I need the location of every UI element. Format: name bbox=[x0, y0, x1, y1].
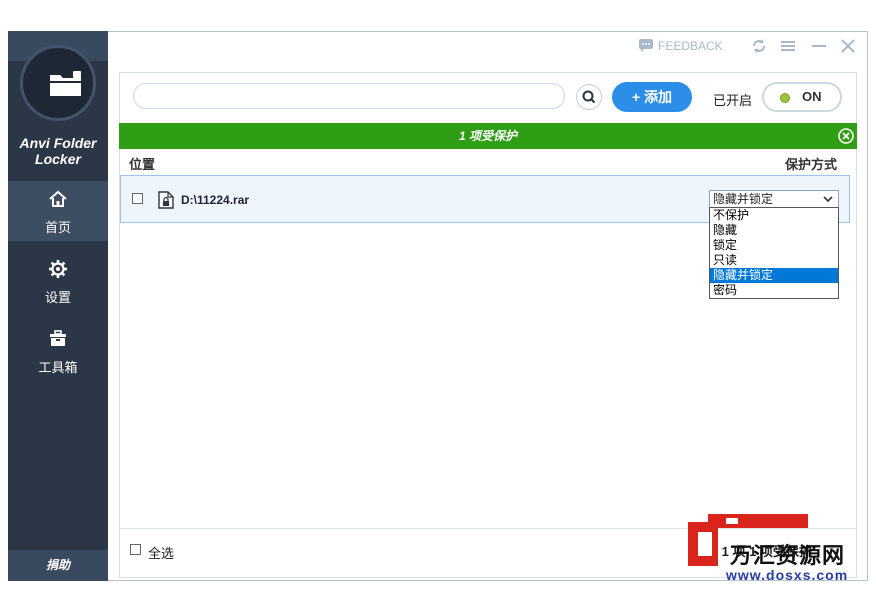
banner-text: 1 项受保护 bbox=[458, 129, 517, 143]
feedback-link[interactable]: FEEDBACK bbox=[638, 39, 723, 53]
sidebar: Anvi Folder Locker 首页 设置 工具箱 捐助 bbox=[8, 31, 108, 581]
close-icon bbox=[841, 39, 855, 53]
dropdown-option[interactable]: 不保护 bbox=[710, 208, 838, 223]
search-icon bbox=[582, 90, 596, 104]
protection-status-label: 已开启 bbox=[713, 93, 753, 108]
dropdown-option[interactable]: 密码 bbox=[710, 283, 838, 298]
protection-dropdown-list: 不保护 隐藏 锁定 只读 隐藏并锁定 密码 bbox=[709, 207, 839, 299]
select-all-checkbox[interactable] bbox=[130, 544, 141, 555]
close-circle-icon bbox=[838, 128, 854, 144]
row-checkbox[interactable] bbox=[132, 193, 143, 204]
dropdown-option[interactable]: 隐藏 bbox=[710, 223, 838, 238]
search-input[interactable] bbox=[133, 83, 565, 109]
column-header-protection[interactable]: 保护方式 bbox=[785, 154, 837, 173]
toolbox-icon bbox=[50, 330, 66, 346]
search-button[interactable] bbox=[576, 84, 602, 110]
protected-count-banner: 1 项受保护 bbox=[119, 123, 857, 149]
close-button[interactable] bbox=[839, 38, 857, 54]
locked-file-icon bbox=[158, 191, 174, 209]
watermark-text: 万汇资源网 bbox=[730, 543, 846, 568]
file-path: D:\11224.rar bbox=[181, 193, 250, 207]
dropdown-option[interactable]: 锁定 bbox=[710, 238, 838, 253]
app-logo bbox=[20, 45, 96, 121]
home-icon bbox=[49, 190, 67, 207]
menu-button[interactable] bbox=[779, 38, 797, 54]
sidebar-item-settings[interactable]: 设置 bbox=[8, 251, 108, 311]
dropdown-option[interactable]: 只读 bbox=[710, 253, 838, 268]
app-name-line2: Locker bbox=[35, 151, 81, 167]
app-name: Anvi Folder Locker bbox=[8, 135, 108, 167]
column-header-location[interactable]: 位置 bbox=[129, 154, 155, 173]
refresh-button[interactable] bbox=[750, 38, 768, 54]
sidebar-item-label: 首页 bbox=[44, 220, 71, 235]
sidebar-item-home[interactable]: 首页 bbox=[8, 181, 108, 241]
chevron-down-icon bbox=[823, 196, 833, 203]
watermark-url: www.dosxs.com bbox=[726, 567, 849, 583]
sidebar-item-toolbox[interactable]: 工具箱 bbox=[8, 321, 108, 381]
toggle-indicator bbox=[780, 93, 790, 103]
banner-close-button[interactable] bbox=[838, 128, 854, 144]
protection-type-select[interactable]: 隐藏并锁定 bbox=[709, 190, 839, 208]
gear-icon bbox=[49, 260, 67, 278]
chat-bubble-icon bbox=[639, 39, 653, 52]
sidebar-item-label: 工具箱 bbox=[38, 360, 78, 375]
app-name-line1: Anvi Folder bbox=[19, 135, 97, 151]
donate-button[interactable]: 捐助 bbox=[8, 550, 108, 581]
sidebar-item-label: 设置 bbox=[44, 290, 71, 305]
refresh-icon bbox=[753, 39, 765, 53]
minimize-icon bbox=[812, 45, 826, 47]
select-all-label[interactable]: 全选 bbox=[148, 543, 174, 562]
add-button[interactable]: + 添加 bbox=[612, 82, 692, 112]
feedback-label: FEEDBACK bbox=[658, 39, 723, 53]
locked-folder-icon bbox=[50, 71, 81, 96]
hamburger-menu-icon bbox=[781, 41, 795, 51]
minimize-button[interactable] bbox=[810, 38, 828, 54]
dropdown-option-selected[interactable]: 隐藏并锁定 bbox=[710, 268, 838, 283]
toggle-label: ON bbox=[802, 89, 822, 104]
protection-toggle[interactable]: ON bbox=[762, 82, 842, 112]
select-value: 隐藏并锁定 bbox=[713, 192, 774, 206]
